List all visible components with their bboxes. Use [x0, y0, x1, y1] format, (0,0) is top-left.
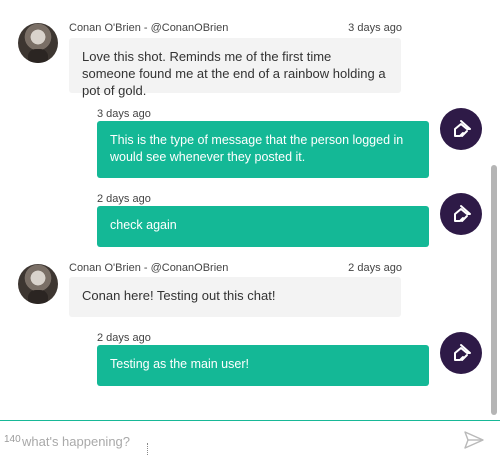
- scrollbar-thumb[interactable]: [491, 165, 497, 415]
- message-composer: 140: [0, 420, 500, 457]
- send-icon[interactable]: [463, 430, 485, 450]
- message-text: Love this shot. Reminds me of the first …: [82, 49, 386, 98]
- message-bubble: Conan here! Testing out this chat!: [69, 277, 401, 317]
- message-bubble: check again: [97, 206, 429, 247]
- message-bubble: Testing as the main user!: [97, 345, 429, 386]
- message-time: 2 days ago: [97, 193, 151, 205]
- message-text: check again: [110, 218, 177, 232]
- message-time: 2 days ago: [97, 332, 151, 344]
- message-time: 3 days ago: [97, 108, 151, 120]
- house-logo-icon[interactable]: [440, 193, 482, 235]
- user-avatar[interactable]: [18, 23, 58, 63]
- text-cursor-indicator: [147, 443, 150, 455]
- chat-message-list[interactable]: Conan O'Brien - @ConanOBrien 3 days ago …: [0, 0, 500, 420]
- user-avatar[interactable]: [18, 264, 58, 304]
- message-author: Conan O'Brien - @ConanOBrien: [69, 262, 229, 274]
- message-meta: Conan O'Brien - @ConanOBrien 3 days ago: [69, 22, 402, 34]
- message-time: 3 days ago: [348, 22, 402, 34]
- message-input[interactable]: [22, 430, 442, 452]
- message-meta: Conan O'Brien - @ConanOBrien 2 days ago: [69, 262, 402, 274]
- message-bubble: Love this shot. Reminds me of the first …: [69, 38, 401, 98]
- message-text: Testing as the main user!: [110, 357, 249, 371]
- message-text: This is the type of message that the per…: [110, 133, 404, 164]
- message-bubble: This is the type of message that the per…: [97, 121, 429, 178]
- message-text: Conan here! Testing out this chat!: [82, 288, 276, 303]
- char-count: 140: [4, 434, 21, 445]
- message-author: Conan O'Brien - @ConanOBrien: [69, 22, 229, 34]
- house-logo-icon[interactable]: [440, 332, 482, 374]
- house-logo-icon[interactable]: [440, 108, 482, 150]
- message-time: 2 days ago: [348, 262, 402, 274]
